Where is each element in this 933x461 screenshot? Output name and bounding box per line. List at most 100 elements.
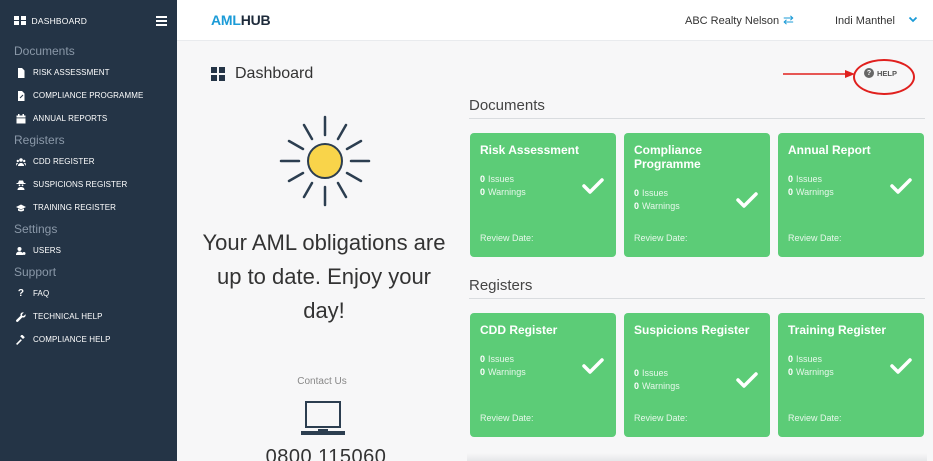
- sun-icon: [279, 115, 371, 207]
- page-title: Dashboard: [211, 65, 313, 83]
- laptop-icon: [301, 401, 345, 435]
- switch-organisation-icon[interactable]: ⇄: [783, 12, 794, 28]
- sidebar-section-support: Support: [14, 265, 57, 279]
- sidebar: DASHBOARD Documents RISK ASSESSMENT COMP…: [0, 0, 177, 461]
- chevron-down-icon[interactable]: [908, 13, 918, 27]
- main-content: Dashboard ? HELP Your AML obligations ar…: [177, 41, 933, 461]
- document-edit-icon: [16, 90, 26, 101]
- sidebar-section-registers: Registers: [14, 133, 65, 147]
- sidebar-item-annual-reports[interactable]: ANNUAL REPORTS: [0, 107, 177, 130]
- document-card-annual-report[interactable]: Annual Report 0 Issues 0 Warnings Review D…: [778, 133, 924, 257]
- warnings-count: 0: [480, 367, 486, 377]
- registers-divider: [469, 298, 925, 299]
- card-stats: 0 Issues 0 Warnings: [480, 354, 526, 377]
- sidebar-item-users[interactable]: USERS: [0, 239, 177, 262]
- card-title: Suspicions Register: [634, 323, 750, 337]
- sidebar-item-technical-help[interactable]: TECHNICAL HELP: [0, 305, 177, 328]
- bottom-fade: [467, 453, 927, 461]
- warnings-count: 0: [634, 201, 640, 211]
- register-card-suspicions[interactable]: Suspicions Register 0 Issues 0 Warnings Re…: [624, 313, 770, 437]
- graduation-cap-icon: [16, 203, 26, 213]
- user-secret-icon: [16, 180, 26, 190]
- sidebar-item-cdd-register[interactable]: CDD REGISTER: [0, 150, 177, 173]
- amlhub-logo[interactable]: AMLHUB: [211, 12, 271, 28]
- check-icon: [890, 358, 912, 374]
- issues-count: 0: [634, 188, 640, 198]
- dashboard-grid-icon: [211, 67, 225, 81]
- sidebar-item-compliance-programme[interactable]: COMPLIANCE PROGRAMME: [0, 84, 177, 107]
- warnings-count: 0: [480, 187, 486, 197]
- sidebar-header: DASHBOARD: [0, 0, 177, 41]
- issues-count: 0: [480, 354, 486, 364]
- wrench-icon: [16, 311, 26, 322]
- review-date: Review Date:: [480, 233, 534, 243]
- user-menu[interactable]: Indi Manthel: [835, 15, 895, 27]
- issues-count: 0: [634, 368, 640, 378]
- dashboard-grid-icon: [14, 15, 26, 26]
- calendar-icon: [16, 113, 26, 124]
- review-date: Review Date:: [788, 233, 842, 243]
- register-card-training[interactable]: Training Register 0 Issues 0 Warnings Revi…: [778, 313, 924, 437]
- sidebar-item-label: TRAINING REGISTER: [33, 203, 117, 212]
- card-stats: 0 Issues 0 Warnings: [634, 188, 680, 211]
- top-header: AMLHUB ABC Realty Nelson ⇄ Indi Manthel: [177, 0, 933, 41]
- documents-divider: [469, 118, 925, 119]
- sidebar-item-label: COMPLIANCE HELP: [33, 335, 111, 344]
- sidebar-dashboard-label: DASHBOARD: [31, 15, 88, 26]
- issues-count: 0: [480, 174, 486, 184]
- card-stats: 0 Issues 0 Warnings: [788, 174, 834, 197]
- review-date: Review Date:: [788, 413, 842, 423]
- gavel-icon: [16, 334, 26, 345]
- check-icon: [736, 372, 758, 388]
- sidebar-item-compliance-help[interactable]: COMPLIANCE HELP: [0, 328, 177, 351]
- help-button[interactable]: ? HELP: [864, 68, 897, 78]
- review-date: Review Date:: [634, 413, 688, 423]
- warnings-count: 0: [788, 367, 794, 377]
- card-title: Annual Report: [788, 143, 871, 157]
- card-stats: 0 Issues 0 Warnings: [634, 368, 680, 391]
- documents-section-title: Documents: [469, 97, 545, 114]
- sidebar-item-label: COMPLIANCE PROGRAMME: [33, 91, 144, 100]
- warnings-count: 0: [788, 187, 794, 197]
- check-icon: [890, 178, 912, 194]
- sidebar-item-label: TECHNICAL HELP: [33, 312, 103, 321]
- sidebar-item-training-register[interactable]: TRAINING REGISTER: [0, 196, 177, 219]
- help-question-icon: ?: [864, 68, 874, 78]
- sidebar-item-label: ANNUAL REPORTS: [33, 114, 108, 123]
- card-title: CDD Register: [480, 323, 558, 337]
- review-date: Review Date:: [480, 413, 534, 423]
- sidebar-item-label: USERS: [33, 246, 62, 255]
- document-icon: [16, 67, 26, 78]
- sidebar-section-settings: Settings: [14, 222, 58, 236]
- annotation-arrow: [783, 70, 855, 78]
- sidebar-item-suspicions-register[interactable]: SUSPICIONS REGISTER: [0, 173, 177, 196]
- users-group-icon: [16, 157, 26, 167]
- check-icon: [582, 358, 604, 374]
- contact-phone[interactable]: 0800 115060: [251, 446, 401, 461]
- review-date: Review Date:: [634, 233, 688, 243]
- sidebar-dashboard-link[interactable]: DASHBOARD: [14, 16, 87, 26]
- menu-toggle-icon[interactable]: [156, 15, 167, 26]
- warnings-count: 0: [634, 381, 640, 391]
- sidebar-item-faq[interactable]: ? FAQ: [0, 282, 177, 305]
- organisation-name[interactable]: ABC Realty Nelson: [685, 15, 779, 27]
- card-stats: 0 Issues 0 Warnings: [788, 354, 834, 377]
- sidebar-section-documents: Documents: [14, 44, 75, 58]
- issues-count: 0: [788, 354, 794, 364]
- card-stats: 0 Issues 0 Warnings: [480, 174, 526, 197]
- status-message: Your AML obligations are up to date. Enj…: [202, 230, 446, 323]
- check-icon: [736, 192, 758, 208]
- sidebar-item-label: SUSPICIONS REGISTER: [33, 180, 128, 189]
- registers-section-title: Registers: [469, 277, 533, 294]
- issues-count: 0: [788, 174, 794, 184]
- sidebar-item-label: RISK ASSESSMENT: [33, 68, 110, 77]
- document-card-risk-assessment[interactable]: Risk Assessment 0 Issues 0 Warnings Review…: [470, 133, 616, 257]
- sidebar-item-label: CDD REGISTER: [33, 157, 95, 166]
- document-card-compliance-programme[interactable]: Compliance Programme 0 Issues 0 Warnings R…: [624, 133, 770, 257]
- sidebar-item-risk-assessment[interactable]: RISK ASSESSMENT: [0, 61, 177, 84]
- card-title: Risk Assessment: [480, 143, 579, 157]
- page-title-text: Dashboard: [235, 65, 314, 82]
- check-icon: [582, 178, 604, 194]
- question-icon: ?: [17, 288, 25, 299]
- register-card-cdd[interactable]: CDD Register 0 Issues 0 Warnings Review Da…: [470, 313, 616, 437]
